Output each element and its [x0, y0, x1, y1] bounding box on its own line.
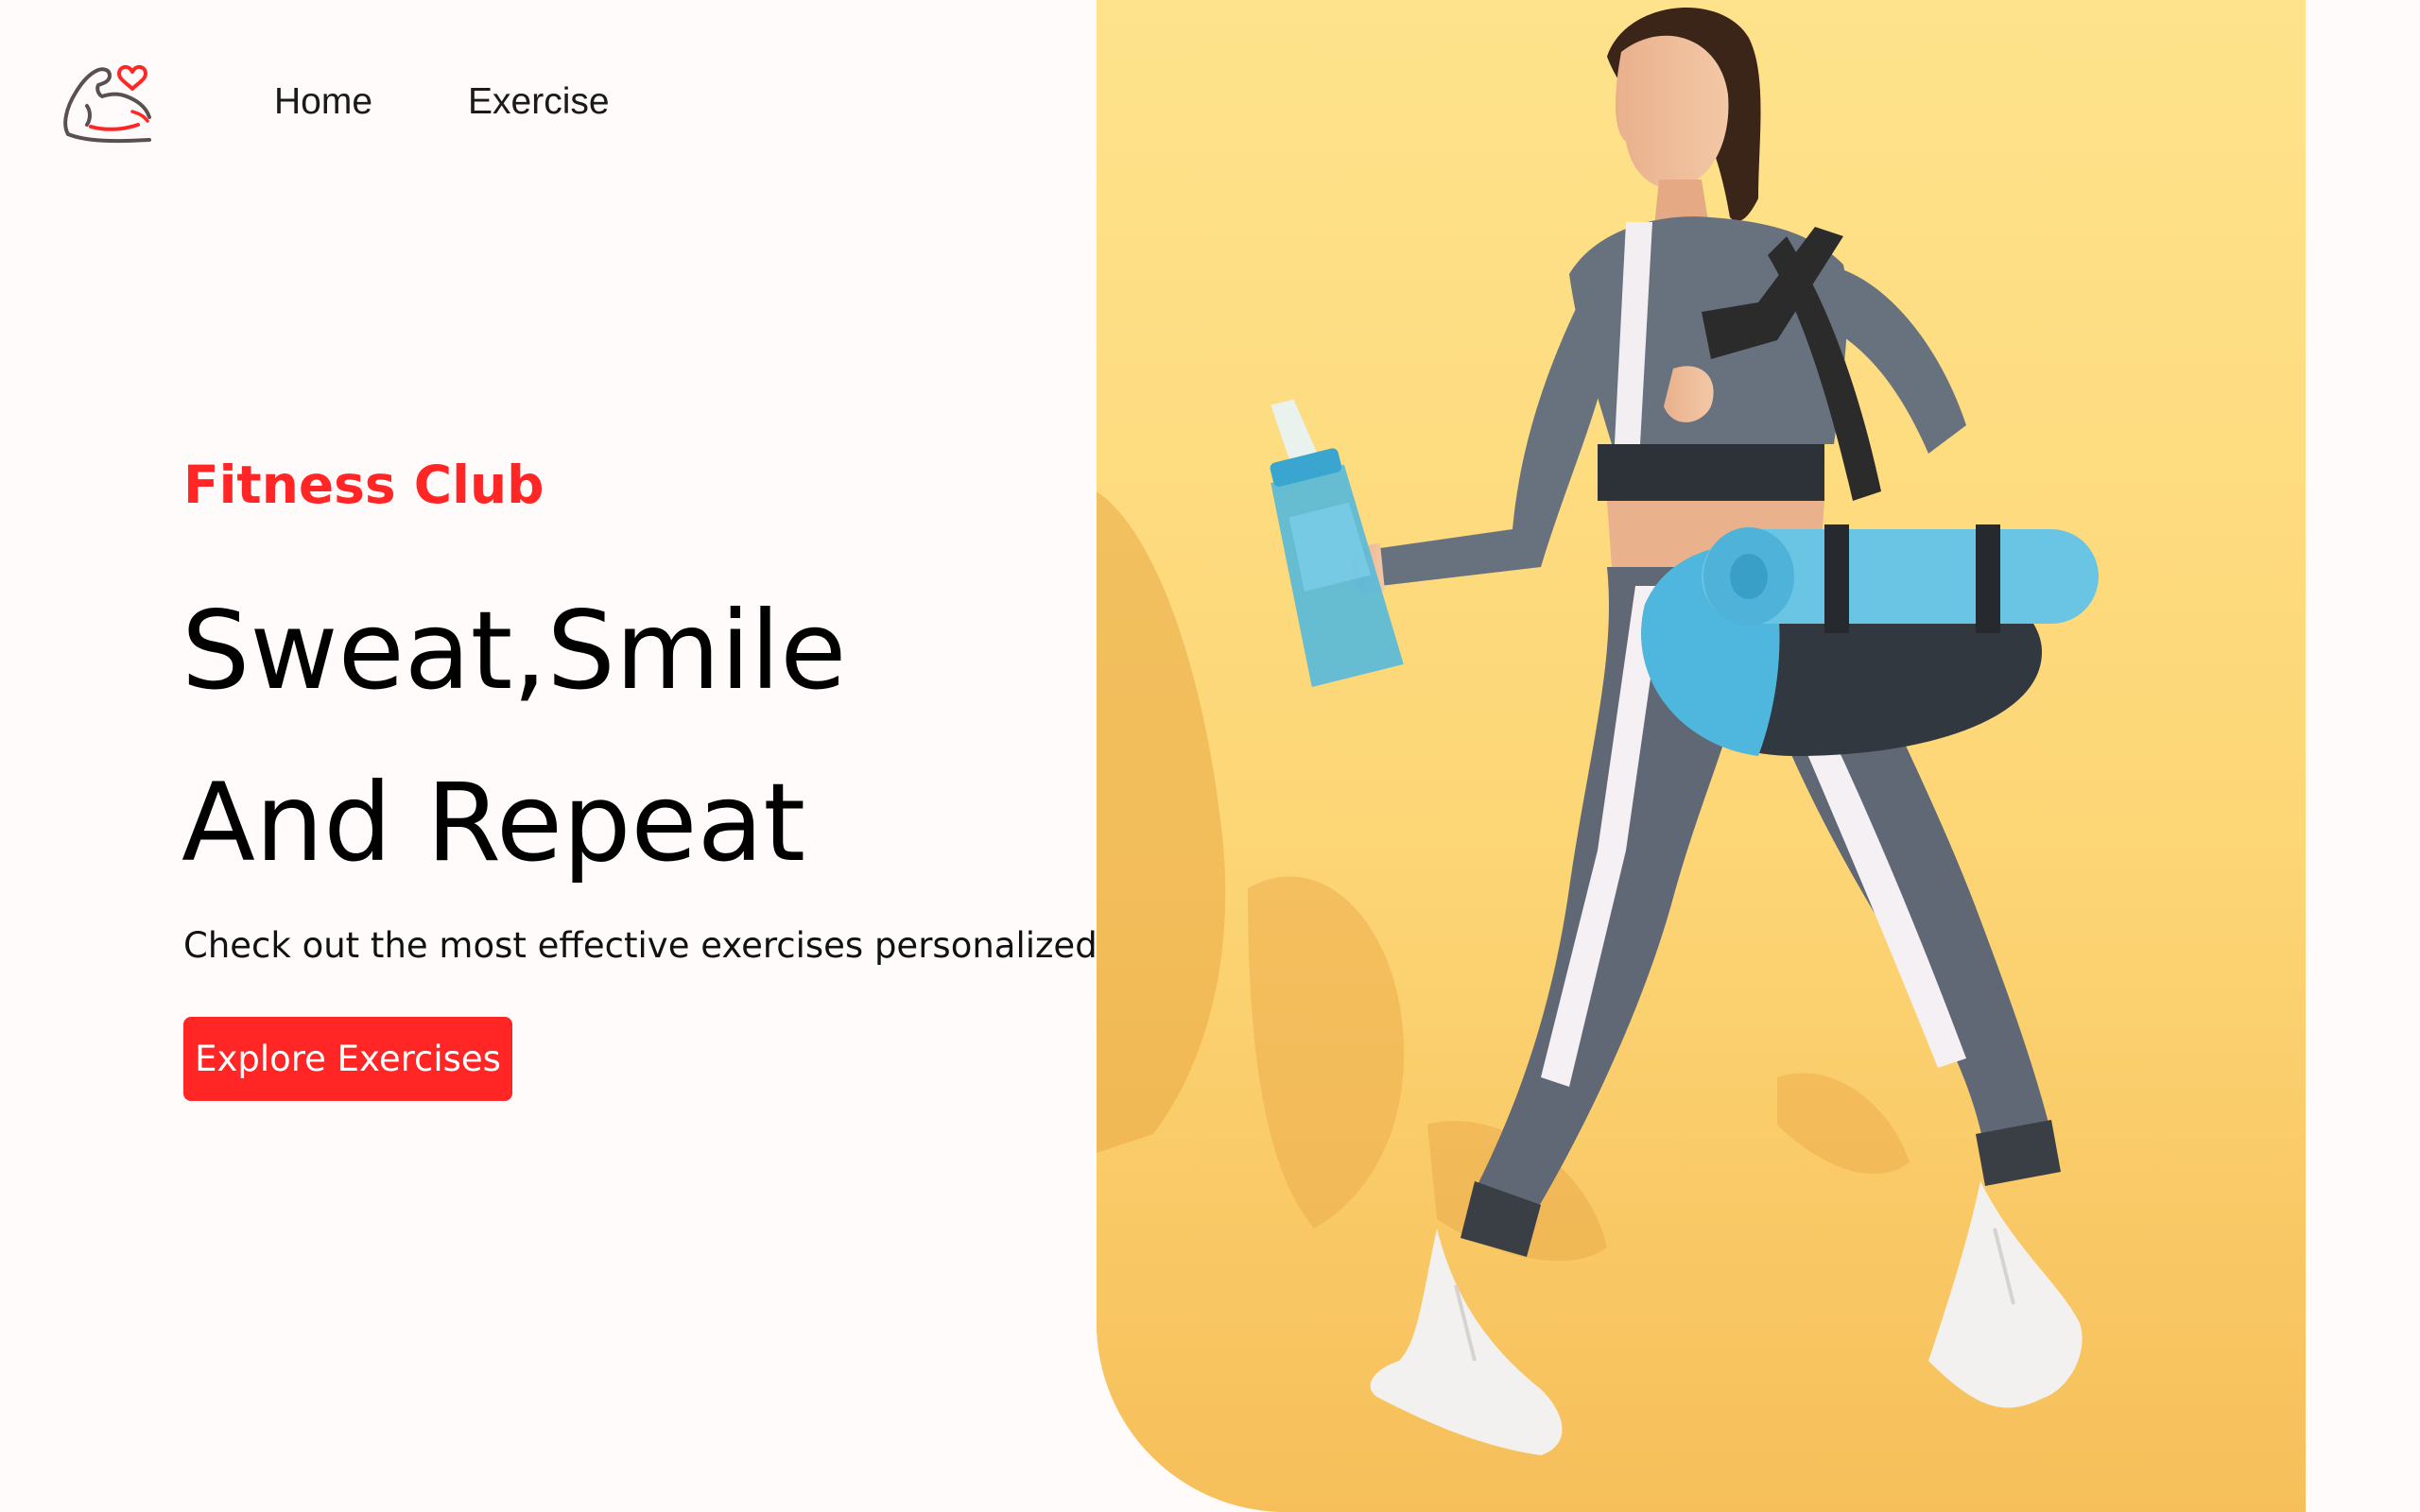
- home-page: Home Exercise Fitness Club Sweat,Smile A…: [0, 0, 2420, 1512]
- logo-link[interactable]: [59, 59, 153, 146]
- nav-link-exercise[interactable]: Exercise: [468, 79, 610, 125]
- nav-link-home[interactable]: Home: [274, 79, 372, 125]
- hero-title-line2: And Repeat: [182, 760, 806, 885]
- hero-banner-image: [1097, 0, 2306, 1512]
- explore-exercises-button[interactable]: Explore Exercises: [183, 1017, 512, 1101]
- woman-walking-with-gym-bag-illustration: [1097, 0, 2306, 1512]
- hero-description: Check out the most effective exercises p…: [183, 925, 1097, 966]
- hero-title-line1: Sweat,Smile: [182, 588, 847, 713]
- hero-subtitle: Fitness Club: [183, 455, 544, 515]
- hero-title: Sweat,Smile And Repeat: [182, 565, 846, 909]
- flexed-arm-heart-icon: [63, 65, 151, 144]
